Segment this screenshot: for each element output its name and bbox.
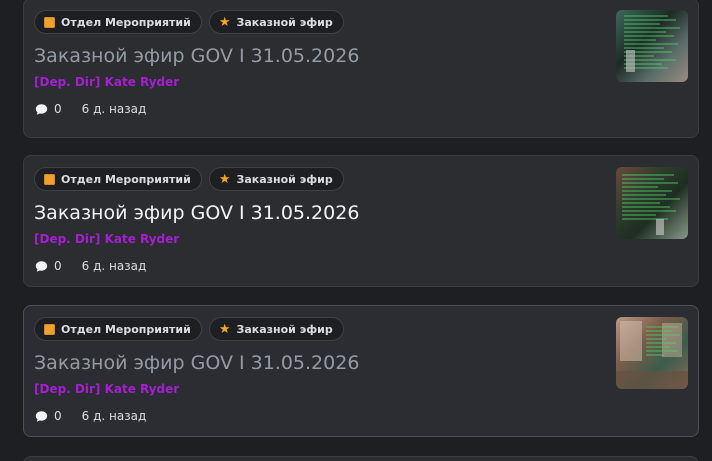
tag-custom-broadcast[interactable]: ★ Заказной эфир xyxy=(208,10,344,34)
star-icon: ★ xyxy=(218,171,231,187)
post-time: 6 д. назад xyxy=(81,259,147,273)
tag-label: Заказной эфир xyxy=(236,15,333,29)
thumbnail-image xyxy=(616,321,688,389)
tag-label: Отдел Мероприятий xyxy=(61,15,191,29)
tag-events-department[interactable]: Отдел Мероприятий xyxy=(34,317,202,341)
post-meta: 0 6 д. назад xyxy=(35,409,146,423)
thumbnail-image xyxy=(624,15,680,72)
tag-custom-broadcast[interactable]: ★ Заказной эфир xyxy=(208,317,344,341)
star-icon: ★ xyxy=(218,14,231,30)
post-time: 6 д. назад xyxy=(81,409,147,423)
forum-post-card[interactable]: Отдел Мероприятий ★ Заказной эфир Заказн… xyxy=(23,305,699,437)
post-meta: 0 6 д. назад xyxy=(35,259,146,273)
tag-label: Заказной эфир xyxy=(236,172,333,186)
comment-count: 0 xyxy=(54,409,62,423)
thumbnail-image xyxy=(622,174,680,235)
star-icon: ★ xyxy=(218,321,231,337)
post-title[interactable]: Заказной эфир GOV I 31.05.2026 xyxy=(34,45,359,67)
post-thumbnail[interactable] xyxy=(616,317,688,389)
post-meta: 0 6 д. назад xyxy=(35,102,146,116)
post-title[interactable]: Заказной эфир GOV I 31.05.2026 xyxy=(34,202,359,224)
comment-count: 0 xyxy=(54,102,62,116)
forum-post-card-partial[interactable] xyxy=(23,456,699,461)
tag-label: Отдел Мероприятий xyxy=(61,322,191,336)
orange-square-icon xyxy=(44,323,55,335)
comment-count: 0 xyxy=(54,259,62,273)
tag-events-department[interactable]: Отдел Мероприятий xyxy=(34,167,202,191)
post-author[interactable]: [Dep. Dir] Kate Ryder xyxy=(34,382,179,396)
forum-post-card[interactable]: Отдел Мероприятий ★ Заказной эфир Заказн… xyxy=(23,0,699,138)
post-title[interactable]: Заказной эфир GOV I 31.05.2026 xyxy=(34,352,359,374)
post-author[interactable]: [Dep. Dir] Kate Ryder xyxy=(34,75,179,89)
post-tags: Отдел Мероприятий ★ Заказной эфир xyxy=(34,317,344,341)
comment-bubble-icon xyxy=(35,410,48,422)
tag-custom-broadcast[interactable]: ★ Заказной эфир xyxy=(208,167,344,191)
tag-events-department[interactable]: Отдел Мероприятий xyxy=(34,10,202,34)
post-tags: Отдел Мероприятий ★ Заказной эфир xyxy=(34,167,344,191)
forum-post-list: Отдел Мероприятий ★ Заказной эфир Заказн… xyxy=(0,0,712,461)
forum-post-card[interactable]: Отдел Мероприятий ★ Заказной эфир Заказн… xyxy=(23,155,699,287)
orange-square-icon xyxy=(44,16,55,28)
tag-label: Заказной эфир xyxy=(236,322,333,336)
post-tags: Отдел Мероприятий ★ Заказной эфир xyxy=(34,10,344,34)
orange-square-icon xyxy=(44,173,55,185)
post-thumbnail[interactable] xyxy=(616,10,688,82)
comment-bubble-icon xyxy=(35,103,48,115)
tag-label: Отдел Мероприятий xyxy=(61,172,191,186)
post-author[interactable]: [Dep. Dir] Kate Ryder xyxy=(34,232,179,246)
post-thumbnail[interactable] xyxy=(616,167,688,239)
post-time: 6 д. назад xyxy=(81,102,147,116)
comment-bubble-icon xyxy=(35,260,48,272)
